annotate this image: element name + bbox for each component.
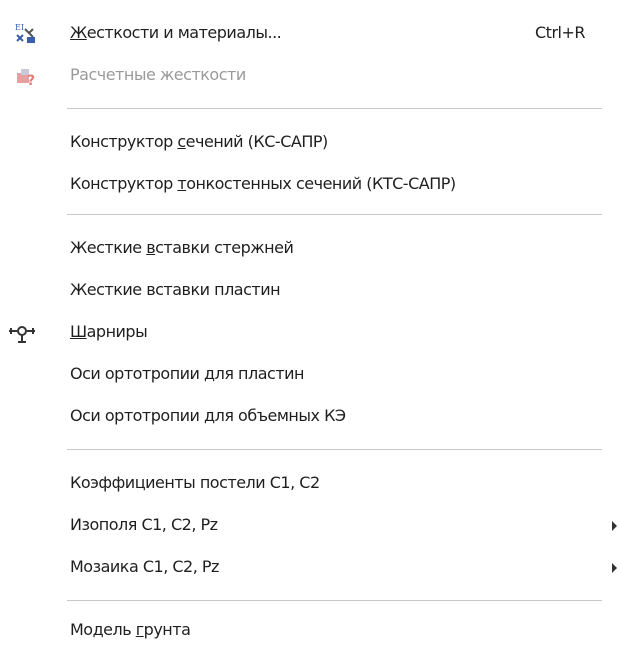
stiffness-materials-icon: EI bbox=[13, 21, 39, 47]
menu-item-rigid-inserts-bars[interactable]: Жесткие вставки стержней bbox=[0, 230, 619, 268]
menu-item-label: Изополя C1, C2, Pz bbox=[70, 515, 218, 534]
menu-item-label: Конструктор сечений (КС-САПР) bbox=[70, 132, 328, 151]
menu-item-label: Мозаика C1, C2, Pz bbox=[70, 557, 219, 576]
menu-item-bedding-coefficients[interactable]: Коэффициенты постели C1, C2 bbox=[0, 465, 619, 503]
menu-item-calculated-stiffness[interactable]: ? Расчетные жесткости bbox=[0, 57, 619, 95]
menu-item-section-designer[interactable]: Конструктор сечений (КС-САПР) bbox=[0, 124, 619, 162]
menu-item-label: Жесткие вставки стержней bbox=[70, 238, 294, 257]
menu-item-label: Коэффициенты постели C1, C2 bbox=[70, 473, 320, 492]
menu-item-label: Шарниры bbox=[70, 322, 148, 341]
submenu-arrow-icon bbox=[612, 521, 617, 531]
menu-separator bbox=[67, 214, 602, 215]
menu-item-label: Конструктор тонкостенных сечений (КТС-СА… bbox=[70, 174, 456, 193]
menu-item-stiffness-materials[interactable]: EI Жесткости и материалы... Ctrl+R bbox=[0, 15, 619, 53]
svg-text:?: ? bbox=[27, 73, 35, 89]
menu-item-rigid-inserts-plates[interactable]: Жесткие вставки пластин bbox=[0, 272, 619, 310]
menu-item-mosaic[interactable]: Мозаика C1, C2, Pz bbox=[0, 549, 619, 587]
menu-item-hinges[interactable]: Шарниры bbox=[0, 314, 619, 352]
menu-item-label: Оси ортотропии для объемных КЭ bbox=[70, 406, 346, 425]
calculated-stiffness-icon: ? bbox=[13, 63, 39, 89]
menu-item-label: Расчетные жесткости bbox=[70, 65, 246, 84]
menu-item-isofields[interactable]: Изополя C1, C2, Pz bbox=[0, 507, 619, 545]
shortcut-label: Ctrl+R bbox=[535, 23, 586, 42]
submenu-arrow-icon bbox=[612, 563, 617, 573]
menu-separator bbox=[67, 108, 602, 109]
hinge-icon bbox=[8, 320, 35, 346]
menu-separator bbox=[67, 600, 602, 601]
menu-item-thin-walled-section-designer[interactable]: Конструктор тонкостенных сечений (КТС-СА… bbox=[0, 166, 619, 204]
menu-item-orthotropy-axes-plates[interactable]: Оси ортотропии для пластин bbox=[0, 356, 619, 394]
menu-item-soil-model[interactable]: Модель грунта bbox=[0, 612, 619, 650]
svg-text:EI: EI bbox=[15, 23, 24, 32]
menu-item-label: Оси ортотропии для пластин bbox=[70, 364, 305, 383]
menu-item-orthotropy-axes-solids[interactable]: Оси ортотропии для объемных КЭ bbox=[0, 398, 619, 436]
context-menu: EI Жесткости и материалы... Ctrl+R ? Рас… bbox=[0, 0, 619, 650]
menu-separator bbox=[67, 449, 602, 450]
menu-item-label: Модель грунта bbox=[70, 620, 191, 639]
menu-item-label: Жесткие вставки пластин bbox=[70, 280, 281, 299]
menu-item-label: Жесткости и материалы... bbox=[70, 23, 282, 42]
